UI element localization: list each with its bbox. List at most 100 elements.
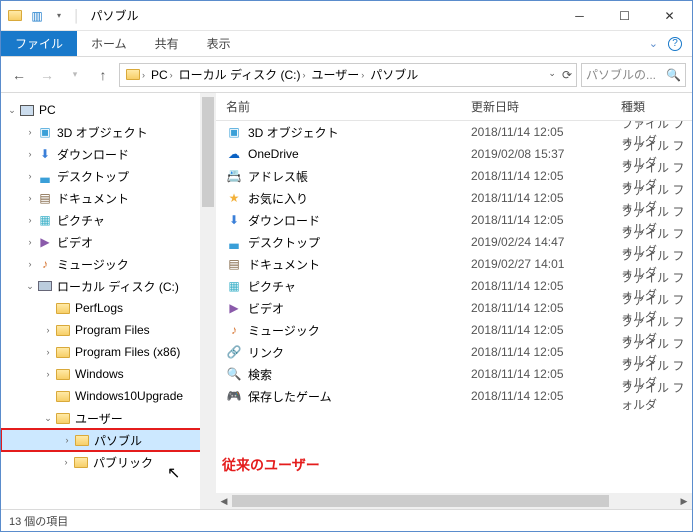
expand-icon[interactable]: ⌄ bbox=[5, 105, 19, 116]
tree-label: Windows bbox=[75, 367, 124, 381]
expand-icon[interactable]: ⌄ bbox=[23, 281, 37, 292]
column-headers[interactable]: 名前 更新日時 種類 bbox=[216, 93, 692, 121]
horizontal-scrollbar[interactable]: ◀ ▶ bbox=[216, 493, 692, 509]
crumb-users[interactable]: ユーザー bbox=[312, 66, 360, 83]
tab-share[interactable]: 共有 bbox=[141, 31, 193, 56]
file-date: 2018/11/14 12:05 bbox=[471, 213, 621, 227]
tree-item[interactable]: ›⬇ダウンロード bbox=[1, 143, 216, 165]
folder-icon bbox=[55, 410, 71, 426]
col-date[interactable]: 更新日時 bbox=[471, 98, 621, 115]
file-name: ビデオ bbox=[248, 300, 471, 317]
forward-button[interactable]: → bbox=[35, 63, 59, 87]
vid-icon: ▶ bbox=[226, 300, 242, 316]
tree-item[interactable]: ›Program Files bbox=[1, 319, 216, 341]
status-text: 13 個の項目 bbox=[9, 513, 68, 529]
tree-item[interactable]: › パブリック bbox=[1, 451, 216, 473]
tree-item[interactable]: ⌄ ユーザー bbox=[1, 407, 216, 429]
file-date: 2018/11/14 12:05 bbox=[471, 279, 621, 293]
doc-icon: ▤ bbox=[226, 256, 242, 272]
crumb-drive[interactable]: ローカル ディスク (C:) bbox=[179, 66, 301, 83]
tree-label: ローカル ディスク (C:) bbox=[57, 278, 179, 295]
tree-item[interactable]: ›▤ドキュメント bbox=[1, 187, 216, 209]
file-date: 2019/02/08 15:37 bbox=[471, 147, 621, 161]
expand-icon[interactable]: › bbox=[41, 347, 55, 357]
up-button[interactable]: ↑ bbox=[91, 63, 115, 87]
tree-item[interactable]: ›Program Files (x86) bbox=[1, 341, 216, 363]
expand-icon[interactable]: › bbox=[23, 237, 37, 247]
expand-icon[interactable]: › bbox=[60, 435, 74, 445]
folder-icon bbox=[55, 322, 71, 338]
tree-item[interactable]: ›▶ビデオ bbox=[1, 231, 216, 253]
help-icon[interactable]: ? bbox=[668, 37, 682, 51]
dl-icon: ⬇ bbox=[226, 212, 242, 228]
minimize-button[interactable]: ─ bbox=[557, 1, 602, 31]
tab-home[interactable]: ホーム bbox=[77, 31, 141, 56]
tab-file[interactable]: ファイル bbox=[1, 31, 77, 56]
3d-icon: ▣ bbox=[37, 124, 53, 140]
expand-icon[interactable]: › bbox=[41, 325, 55, 335]
crumb-current[interactable]: パソブル bbox=[370, 66, 418, 83]
tree-item[interactable]: › Windows bbox=[1, 363, 216, 385]
scroll-left-icon[interactable]: ◀ bbox=[216, 493, 232, 509]
tree-label: パブリック bbox=[93, 454, 153, 471]
tree-item[interactable]: ›♪ミュージック bbox=[1, 253, 216, 275]
dl-icon: ⬇ bbox=[37, 146, 53, 162]
col-type[interactable]: 種類 bbox=[621, 98, 692, 115]
tree-item[interactable]: ›▃デスクトップ bbox=[1, 165, 216, 187]
desk-icon: ▃ bbox=[37, 168, 53, 184]
tree-label: ピクチャ bbox=[57, 212, 105, 229]
expand-icon[interactable]: ⌄ bbox=[41, 413, 55, 424]
address-dropdown-icon[interactable]: ⌄ bbox=[548, 68, 556, 82]
expand-icon[interactable]: › bbox=[23, 259, 37, 269]
file-name: デスクトップ bbox=[248, 234, 471, 251]
expand-icon[interactable]: › bbox=[23, 127, 37, 137]
tree-item[interactable]: ›▦ピクチャ bbox=[1, 209, 216, 231]
expand-icon[interactable]: › bbox=[23, 215, 37, 225]
search-placeholder: パソブルの... bbox=[586, 66, 666, 83]
crumb-pc[interactable]: PC bbox=[151, 68, 168, 82]
col-name[interactable]: 名前 bbox=[216, 98, 471, 115]
expand-icon[interactable]: › bbox=[23, 193, 37, 203]
refresh-icon[interactable]: ⟳ bbox=[562, 68, 572, 82]
annotation-label: 従来のユーザー bbox=[222, 455, 320, 475]
file-date: 2019/02/27 14:01 bbox=[471, 257, 621, 271]
expand-icon[interactable]: › bbox=[23, 171, 37, 181]
mus-icon: ♪ bbox=[226, 322, 242, 338]
tab-view[interactable]: 表示 bbox=[193, 31, 245, 56]
file-date: 2018/11/14 12:05 bbox=[471, 169, 621, 183]
recent-dropdown[interactable]: ▾ bbox=[63, 63, 87, 87]
tree-label: ユーザー bbox=[75, 410, 123, 427]
tree-scrollbar[interactable] bbox=[200, 93, 216, 509]
addr-icon: 📇 bbox=[226, 168, 242, 184]
maximize-button[interactable]: ☐ bbox=[602, 1, 647, 31]
file-name: ミュージック bbox=[248, 322, 471, 339]
folder-icon bbox=[126, 69, 140, 80]
back-button[interactable]: ← bbox=[7, 63, 31, 87]
qat-properties-icon[interactable]: ▥ bbox=[29, 8, 45, 24]
qat-dropdown-icon[interactable]: ▾ bbox=[51, 8, 67, 24]
expand-icon[interactable]: › bbox=[41, 369, 55, 379]
expand-icon[interactable]: › bbox=[23, 149, 37, 159]
address-bar[interactable]: › PC › ローカル ディスク (C:) › ユーザー › パソブル ⌄ ⟳ bbox=[119, 63, 577, 87]
close-button[interactable]: ✕ bbox=[647, 1, 692, 31]
folder-icon bbox=[55, 388, 71, 404]
tree-item[interactable]: ›パソブル bbox=[1, 429, 216, 451]
file-type: ファイル フォルダ bbox=[621, 379, 692, 413]
search-input[interactable]: パソブルの... 🔍 bbox=[581, 63, 686, 87]
file-date: 2018/11/14 12:05 bbox=[471, 345, 621, 359]
tree-item[interactable]: PerfLogs bbox=[1, 297, 216, 319]
folder-icon bbox=[7, 8, 23, 24]
expand-icon[interactable]: › bbox=[59, 457, 73, 467]
tree-label: PC bbox=[39, 103, 56, 117]
folder-icon bbox=[73, 454, 89, 470]
window-title: パソブル bbox=[87, 7, 558, 24]
doc-icon: ▤ bbox=[37, 190, 53, 206]
file-row[interactable]: 🎮保存したゲーム2018/11/14 12:05ファイル フォルダ bbox=[216, 385, 692, 407]
file-date: 2019/02/24 14:47 bbox=[471, 235, 621, 249]
tree-item[interactable]: Windows10Upgrade bbox=[1, 385, 216, 407]
tree-item[interactable]: ⌄ PC bbox=[1, 99, 216, 121]
ribbon-expand-icon[interactable]: ⌄ bbox=[649, 37, 658, 50]
scroll-right-icon[interactable]: ▶ bbox=[676, 493, 692, 509]
tree-item[interactable]: ⌄ ローカル ディスク (C:) bbox=[1, 275, 216, 297]
tree-item[interactable]: ›▣3D オブジェクト bbox=[1, 121, 216, 143]
